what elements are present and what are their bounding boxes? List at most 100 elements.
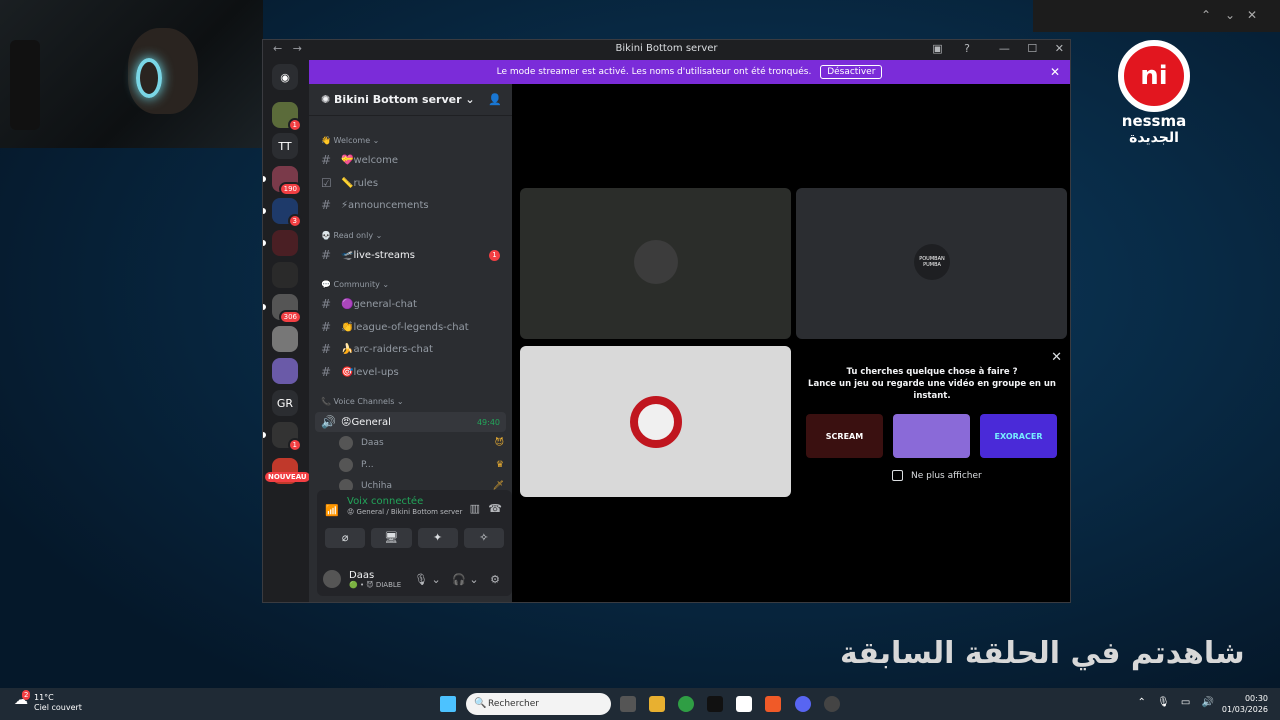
discord-icon[interactable] xyxy=(795,696,811,712)
signal-icon: 📶 xyxy=(325,504,339,517)
channel-level-ups[interactable]: # 🎯 level-ups xyxy=(315,362,506,382)
game-card[interactable] xyxy=(893,414,970,458)
headset-icon[interactable]: 🎧 ⌄ xyxy=(452,573,478,586)
clock[interactable]: 00:30 01/03/2026 xyxy=(1222,693,1268,715)
add-member-icon[interactable]: 👤 xyxy=(488,93,502,106)
category-community[interactable]: 💬 Community ⌄ xyxy=(321,280,389,289)
server-icon[interactable]: 3 xyxy=(272,198,302,228)
server-icon[interactable]: TT xyxy=(272,133,298,159)
weather-widget[interactable]: ☁ 2 11°C Ciel couvert xyxy=(14,690,82,713)
avatar xyxy=(339,436,353,450)
minimize-button[interactable]: — xyxy=(999,42,1010,55)
hash-icon: # xyxy=(321,248,332,262)
maximize-button[interactable]: ☐ xyxy=(1027,42,1037,55)
chevron-up-icon[interactable]: ⌃ xyxy=(1137,697,1145,708)
game-card-scream[interactable]: SCREAM xyxy=(806,414,883,458)
disable-streamer-button[interactable]: Désactiver xyxy=(820,65,883,79)
screen-share-button[interactable]: 🖥 xyxy=(371,528,412,548)
hash-icon: # xyxy=(321,342,332,356)
file-explorer-icon[interactable] xyxy=(649,696,665,712)
checkbox-icon xyxy=(892,470,903,481)
brave-icon[interactable] xyxy=(765,696,781,712)
server-icon[interactable]: 190 xyxy=(272,166,302,196)
participant-tile[interactable] xyxy=(520,346,791,497)
soundboard-icon[interactable]: ▥ xyxy=(470,502,480,515)
mic-icon[interactable]: 🎙 xyxy=(1157,697,1170,708)
category-read-only[interactable]: 💀 Read only ⌄ xyxy=(321,231,382,240)
game-card-exoracer[interactable]: EXORACER xyxy=(980,414,1057,458)
app-icon[interactable] xyxy=(824,696,840,712)
task-view-icon[interactable] xyxy=(620,696,636,712)
server-icon: ✺ xyxy=(321,93,335,106)
user-area[interactable]: Daas 🟢 • 😈 DIABLE 🎙 ⌄ 🎧 ⌄ ⚙ xyxy=(323,564,506,594)
unread-pill xyxy=(263,304,266,310)
close-icon[interactable]: ✕ xyxy=(1051,350,1062,365)
voice-channel-general[interactable]: 🔊 😡 General 49:40 xyxy=(315,412,506,432)
settings-gear-icon[interactable]: ⚙ xyxy=(490,573,500,586)
inbox-icon[interactable]: ▣ xyxy=(932,42,942,55)
channel-live-streams[interactable]: # 🛫 live-streams 1 xyxy=(315,245,506,265)
help-icon[interactable]: ? xyxy=(964,42,970,55)
chrome-icon[interactable] xyxy=(678,696,694,712)
voice-location: General / Bikini Bottom server xyxy=(356,508,463,516)
webcam-overlay xyxy=(0,0,263,148)
category-welcome[interactable]: 👋 Welcome ⌄ xyxy=(321,136,379,145)
close-icon[interactable]: ✕ xyxy=(1050,60,1060,84)
close-button[interactable]: ✕ xyxy=(1055,42,1064,55)
camera-button[interactable]: ⌀ xyxy=(325,528,366,548)
start-button[interactable] xyxy=(440,696,456,712)
chevron-down-icon[interactable]: ⌄ xyxy=(1225,8,1235,22)
tiktok-icon[interactable] xyxy=(707,696,723,712)
server-icon[interactable]: 1 xyxy=(272,102,302,132)
network-icon[interactable]: ▭ xyxy=(1181,697,1190,708)
dont-show-checkbox[interactable]: Ne plus afficher xyxy=(892,470,982,481)
server-icon[interactable]: 1 xyxy=(272,422,302,452)
volume-icon[interactable]: 🔊 xyxy=(1202,697,1214,708)
disconnect-icon[interactable]: ☎ xyxy=(488,502,502,515)
avatar xyxy=(634,240,678,284)
channel-rules[interactable]: ☑ 📏 rules xyxy=(315,173,506,193)
close-icon[interactable]: ✕ xyxy=(1247,8,1257,22)
devil-icon: 😈 xyxy=(494,438,504,448)
channel-arc-chat[interactable]: # 🍌 arc-raiders-chat xyxy=(315,339,506,359)
system-tray: ⌃ 🎙 ▭ 🔊 xyxy=(1129,697,1214,708)
mention-badge: 1 xyxy=(489,249,500,261)
server-icon[interactable]: GR xyxy=(272,390,298,416)
microphone-image xyxy=(10,40,40,130)
taskbar-search[interactable]: 🔍 Rechercher xyxy=(466,693,611,715)
home-button[interactable]: ◉ xyxy=(272,64,298,90)
chevron-up-icon[interactable]: ⌃ xyxy=(1201,8,1211,22)
server-icon[interactable] xyxy=(272,358,298,384)
participant-tile[interactable]: POUMBAN PUMBA xyxy=(796,188,1067,339)
participant-tile[interactable] xyxy=(520,188,791,339)
mention-badge: 190 xyxy=(278,182,302,196)
voice-user[interactable]: Daas 😈 xyxy=(339,434,504,452)
mention-badge: 1 xyxy=(287,438,302,452)
server-icon[interactable] xyxy=(272,230,298,256)
server-header[interactable]: ✺ Bikini Bottom server ⌄ 👤 xyxy=(309,84,512,116)
logo-text: nessma xyxy=(1121,112,1187,130)
server-list: ◉ 1 TT 190 3 306 GR 1 NOUVEAU xyxy=(263,60,310,602)
mic-icon[interactable]: 🎙 ⌄ xyxy=(414,573,441,586)
status-icon: 🟢 • 😈 xyxy=(349,580,376,589)
category-voice[interactable]: 📞 Voice Channels ⌄ xyxy=(321,397,404,406)
channel-general-chat[interactable]: # 🟣 general-chat xyxy=(315,294,506,314)
server-icon[interactable] xyxy=(272,262,298,288)
tv-caption: شاهدتم في الحلقة السابقة xyxy=(840,636,1245,671)
channel-lol-chat[interactable]: # 👏 league-of-legends-chat xyxy=(315,317,506,337)
discord-window: ← → Bikini Bottom server ▣ ? — ☐ ✕ Le mo… xyxy=(262,39,1071,603)
channel-announcements[interactable]: # ⚡ announcements xyxy=(315,195,506,215)
voice-user[interactable]: P... ♛ xyxy=(339,456,504,474)
logo-text-arabic: الجديدة xyxy=(1129,130,1179,146)
voice-panel: 📶 Voix connectée 😡 General / Bikini Bott… xyxy=(317,490,512,596)
channel-welcome[interactable]: # 💝 welcome xyxy=(315,150,506,170)
capcut-icon[interactable] xyxy=(736,696,752,712)
server-icon[interactable] xyxy=(272,326,298,352)
activities-button[interactable]: ✦ xyxy=(417,528,458,548)
soundboard-button[interactable]: ✧ xyxy=(463,528,504,548)
taskbar: ☁ 2 11°C Ciel couvert 🔍 Rechercher ⌃ 🎙 ▭ … xyxy=(0,688,1280,720)
voice-status[interactable]: Voix connectée xyxy=(347,496,462,507)
server-icon[interactable]: 306 xyxy=(272,294,302,324)
search-icon: 🔍 xyxy=(474,698,487,709)
notification-bar: ⌃ ⌄ ✕ xyxy=(1033,0,1280,32)
